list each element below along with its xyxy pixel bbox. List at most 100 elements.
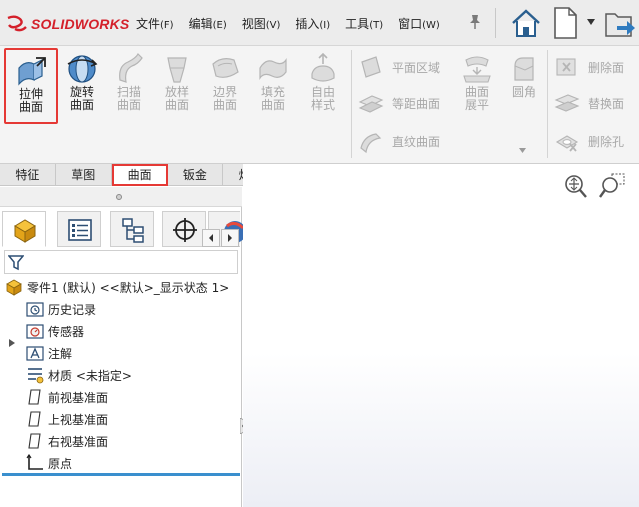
tree-item-origin[interactable]: 原点	[26, 452, 72, 474]
extruded-surface-label: 拉伸 曲面	[18, 87, 43, 114]
expand-arrow-icon[interactable]	[8, 339, 16, 347]
replace-face-label: 替换面	[588, 96, 625, 111]
configuration-manager-icon	[122, 218, 144, 243]
feature-manager-icon	[14, 219, 36, 243]
sensor-folder-icon	[26, 324, 44, 339]
new-document-icon[interactable]	[551, 6, 579, 40]
filled-surface-label: 填充 曲面	[260, 85, 285, 112]
planar-surface-icon	[361, 56, 381, 78]
tree-item-annotations[interactable]: 注解	[26, 342, 72, 364]
revolved-surface-button[interactable]: 旋转 曲面	[59, 48, 105, 122]
offset-surface-button[interactable]: 等距曲面	[358, 88, 440, 118]
fillet-label: 圆角	[511, 85, 536, 99]
property-manager-icon	[68, 219, 92, 241]
scroll-left-button[interactable]	[202, 229, 220, 247]
revolved-surface-icon	[67, 55, 98, 83]
extruded-surface-button[interactable]: 拉伸 曲面	[4, 48, 58, 124]
part-icon	[6, 279, 22, 296]
ruled-surface-label: 直纹曲面	[392, 134, 441, 149]
replace-face-button[interactable]: 替换面	[554, 88, 624, 118]
filled-surface-button[interactable]: 填充 曲面	[250, 48, 296, 122]
rollback-bar[interactable]	[2, 473, 240, 476]
chevron-down-icon[interactable]	[587, 19, 595, 25]
lofted-surface-button[interactable]: 放样 曲面	[154, 48, 200, 122]
title-bar: SOLIDWORKS 文件(F) 编辑(E) 视图(V) 插入(I) 工具(T)…	[0, 0, 639, 46]
tree-filter-bar[interactable]	[4, 250, 238, 274]
graphics-area[interactable]	[243, 164, 639, 507]
solidworks-logo[interactable]: SOLIDWORKS	[6, 13, 129, 35]
tree-item-front-plane[interactable]: 前视基准面	[26, 386, 108, 408]
ruled-surface-icon	[360, 133, 382, 154]
tree-root-label: 零件1 (默认) <<默认>_显示状态 1>	[27, 280, 230, 295]
property-manager-tab[interactable]	[57, 211, 101, 247]
zoom-to-fit-icon[interactable]	[561, 172, 589, 200]
ribbon-separator	[547, 50, 548, 158]
delete-face-label: 删除面	[588, 60, 625, 75]
dimxpert-tab[interactable]	[162, 211, 206, 247]
menu-window[interactable]: 窗口(W)	[398, 15, 440, 32]
tab-features[interactable]: 特征	[0, 164, 56, 186]
open-folder-icon[interactable]	[603, 6, 637, 40]
filter-icon	[8, 255, 24, 271]
freeform-label: 自由 样式	[310, 85, 335, 112]
tree-item-label: 原点	[48, 456, 73, 471]
zoom-to-area-icon[interactable]	[598, 172, 626, 200]
tree-item-label: 历史记录	[48, 302, 97, 317]
tree-item-material[interactable]: 材质 <未指定>	[26, 364, 132, 386]
home-icon[interactable]	[509, 6, 543, 40]
plane-icon	[28, 389, 41, 405]
ribbon-dropdown-icon[interactable]	[519, 148, 526, 153]
manager-tab-scroller	[202, 229, 240, 247]
swept-surface-label: 扫描 曲面	[116, 85, 141, 112]
tab-surfaces[interactable]: 曲面	[111, 164, 168, 186]
ds-logo-icon	[7, 15, 27, 32]
tree-item-history[interactable]: 历史记录	[26, 298, 96, 320]
feature-manager-tab[interactable]	[2, 211, 46, 247]
swept-surface-button[interactable]: 扫描 曲面	[106, 48, 152, 122]
plane-icon	[28, 411, 41, 427]
replace-face-icon	[554, 94, 580, 112]
logo-text: SOLIDWORKS	[31, 16, 130, 32]
offset-surface-icon	[358, 95, 384, 113]
ruled-surface-button[interactable]: 直纹曲面	[358, 126, 440, 156]
freeform-button[interactable]: 自由 样式	[300, 48, 346, 122]
tab-sketch[interactable]: 草图	[56, 164, 112, 186]
chevron-left-icon	[209, 234, 213, 242]
panel-collapse-handle[interactable]	[0, 187, 242, 207]
delete-face-button[interactable]: 删除面	[554, 52, 624, 82]
tree-root-part[interactable]: 零件1 (默认) <<默认>_显示状态 1>	[5, 276, 229, 298]
surface-flatten-icon	[463, 56, 491, 83]
delete-hole-icon	[555, 135, 579, 152]
menu-edit[interactable]: 编辑(E)	[189, 15, 227, 32]
delete-face-icon	[556, 58, 576, 76]
tab-sheet-metal[interactable]: 钣金	[168, 164, 224, 186]
menu-tools[interactable]: 工具(T)	[345, 15, 383, 32]
scroll-right-button[interactable]	[221, 229, 239, 247]
extruded-surface-icon	[18, 57, 46, 86]
swept-surface-icon	[119, 52, 143, 83]
fillet-button[interactable]: 圆角	[501, 48, 547, 122]
tree-item-label: 右视基准面	[48, 434, 109, 449]
tree-item-right-plane[interactable]: 右视基准面	[26, 430, 108, 452]
lofted-surface-label: 放样 曲面	[164, 85, 189, 112]
menu-view[interactable]: 视图(V)	[242, 15, 281, 32]
tree-item-sensors[interactable]: 传感器	[26, 320, 84, 342]
tree-item-label: 前视基准面	[48, 390, 109, 405]
menu-file[interactable]: 文件(F)	[136, 15, 174, 32]
boundary-surface-button[interactable]: 边界 曲面	[202, 48, 248, 122]
tree-item-top-plane[interactable]: 上视基准面	[26, 408, 108, 430]
dimxpert-icon	[173, 218, 197, 242]
revolved-surface-label: 旋转 曲面	[69, 85, 94, 112]
pin-icon[interactable]	[468, 14, 482, 30]
planar-surface-label: 平面区域	[392, 60, 441, 75]
material-icon	[28, 368, 44, 384]
planar-surface-button[interactable]: 平面区域	[358, 52, 440, 82]
delete-hole-button[interactable]: 删除孔	[554, 126, 624, 156]
surface-flatten-button[interactable]: 曲面 展平	[454, 48, 500, 122]
freeform-icon	[311, 52, 335, 82]
menu-insert[interactable]: 插入(I)	[295, 15, 330, 32]
filled-surface-icon	[259, 58, 287, 80]
manager-tabs	[2, 211, 246, 247]
surface-flatten-label: 曲面 展平	[464, 85, 489, 112]
configuration-manager-tab[interactable]	[110, 211, 154, 247]
